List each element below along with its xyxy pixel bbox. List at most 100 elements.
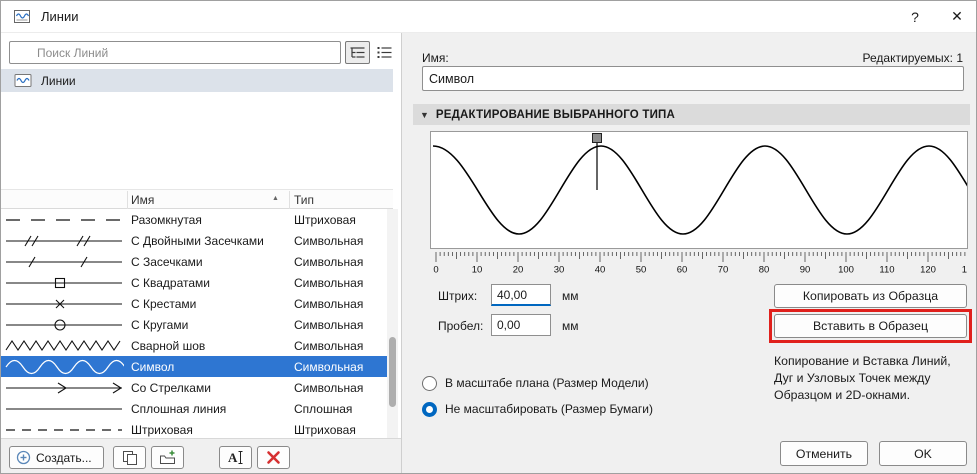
dash-length-input[interactable] xyxy=(491,284,551,306)
line-type-row[interactable]: Со Стрелками Символьная xyxy=(1,377,387,398)
line-type-row[interactable]: Сплошная линия Сплошная xyxy=(1,398,387,419)
tree-view-toggle[interactable] xyxy=(345,41,370,64)
line-name-cell: Разомкнутая xyxy=(131,212,202,227)
line-name-cell: Сплошная линия xyxy=(131,401,227,416)
type-column-header[interactable]: Тип xyxy=(294,193,314,207)
dialog-title: Линии xyxy=(41,9,79,24)
line-type-row[interactable]: С Засечками Символьная xyxy=(1,251,387,272)
line-style-preview xyxy=(1,400,127,418)
svg-text:110: 110 xyxy=(879,265,894,275)
gap-length-input[interactable] xyxy=(491,314,551,336)
svg-text:A: A xyxy=(228,450,238,465)
svg-text:20: 20 xyxy=(513,265,524,275)
duplicate-button[interactable] xyxy=(113,446,146,469)
line-style-preview xyxy=(1,379,127,397)
dash-label: Штрих: xyxy=(438,289,478,303)
duplicate-icon xyxy=(120,449,139,466)
line-name-cell: С Засечками xyxy=(131,254,203,269)
list-view-icon xyxy=(376,45,393,60)
list-scrollbar[interactable] xyxy=(387,209,398,438)
line-name-cell: Со Стрелками xyxy=(131,380,211,395)
line-style-preview xyxy=(1,232,127,250)
svg-text:10: 10 xyxy=(472,265,483,275)
line-name-cell: С Крестами xyxy=(131,296,197,311)
line-type-row[interactable]: С Кругами Символьная xyxy=(1,314,387,335)
line-type-row[interactable]: С Крестами Символьная xyxy=(1,293,387,314)
line-type-cell: Штриховая xyxy=(294,212,356,227)
line-name-cell: С Квадратами xyxy=(131,275,210,290)
dash-unit-label: мм xyxy=(562,289,579,303)
line-name-cell: Символ xyxy=(131,359,175,374)
svg-text:50: 50 xyxy=(636,265,647,275)
svg-text:0: 0 xyxy=(433,265,438,275)
list-toolbar: Создать... A xyxy=(1,438,401,473)
line-style-preview xyxy=(1,274,127,292)
sort-ascending-icon: ▲ xyxy=(272,195,279,202)
editable-count: Редактируемых: 1 xyxy=(862,51,963,65)
new-folder-button[interactable] xyxy=(151,446,184,469)
close-button[interactable]: ✕ xyxy=(936,1,976,33)
line-type-cell: Штриховая xyxy=(294,422,356,437)
line-style-preview xyxy=(1,211,127,229)
radio-label: В масштабе плана (Размер Модели) xyxy=(445,376,649,390)
line-name-input[interactable] xyxy=(422,66,964,91)
search-input[interactable] xyxy=(9,41,341,64)
section-title: РЕДАКТИРОВАНИЕ ВЫБРАННОГО ТИПА xyxy=(435,108,676,121)
new-folder-icon xyxy=(158,449,177,466)
line-type-cell: Символьная xyxy=(294,338,364,353)
name-column-header[interactable]: Имя xyxy=(131,193,154,207)
rename-button[interactable]: A xyxy=(219,446,252,469)
hint-text: Копирование и Вставка Линий, Дуг и Узлов… xyxy=(774,354,951,402)
delete-icon xyxy=(264,449,283,466)
line-type-row[interactable]: Разомкнутая Штриховая xyxy=(1,209,387,230)
line-type-row[interactable]: С Двойными Засечками Символьная xyxy=(1,230,387,251)
dialog-icon xyxy=(13,8,31,25)
line-style-preview xyxy=(1,295,127,313)
cancel-button[interactable]: Отменить xyxy=(780,441,868,466)
list-view-toggle[interactable] xyxy=(372,41,397,64)
radio-circle-icon xyxy=(422,401,437,417)
line-type-row[interactable]: Сварной шов Символьная xyxy=(1,335,387,356)
line-type-list: Разомкнутая Штриховая С Двойными Засечками… xyxy=(1,209,387,438)
dash-length-handle[interactable] xyxy=(592,133,602,191)
paste-to-sample-button[interactable]: Вставить в Образец xyxy=(774,314,967,338)
column-divider xyxy=(127,191,128,209)
line-type-row[interactable]: Символ Символьная xyxy=(1,356,387,377)
scrollbar-thumb[interactable] xyxy=(389,337,396,407)
line-type-cell: Символьная xyxy=(294,317,364,332)
line-edit-preview[interactable] xyxy=(430,131,976,249)
line-type-cell: Символьная xyxy=(294,254,364,269)
tree-view-icon xyxy=(349,45,366,60)
svg-text:60: 60 xyxy=(677,265,688,275)
line-type-cell: Символьная xyxy=(294,275,364,290)
radio-label: Не масштабировать (Размер Бумаги) xyxy=(445,402,653,416)
scale-radio-group: В масштабе плана (Размер Модели) Не масшт… xyxy=(422,370,653,422)
svg-text:120: 120 xyxy=(920,265,936,275)
create-button-label: Создать... xyxy=(36,450,92,465)
line-type-cell: Символьная xyxy=(294,233,364,248)
radio-paper-scale[interactable]: Не масштабировать (Размер Бумаги) xyxy=(422,396,653,422)
line-type-row[interactable]: Штриховая Штриховая xyxy=(1,419,387,438)
line-style-preview xyxy=(1,358,127,376)
line-style-preview xyxy=(1,337,127,355)
line-name-cell: Штриховая xyxy=(131,422,193,437)
line-name-cell: Сварной шов xyxy=(131,338,206,353)
line-style-preview xyxy=(1,421,127,439)
radio-model-scale[interactable]: В масштабе плана (Размер Модели) xyxy=(422,370,653,396)
copy-from-sample-button[interactable]: Копировать из Образца xyxy=(774,284,967,308)
tree-item-lines[interactable]: Линии xyxy=(1,69,393,92)
line-type-cell: Символьная xyxy=(294,380,364,395)
ok-button[interactable]: OK xyxy=(879,441,967,466)
section-header-edit-selected-type[interactable]: ▼ РЕДАКТИРОВАНИЕ ВЫБРАННОГО ТИПА xyxy=(413,104,970,125)
lines-dialog: Линии ? ✕ Линии Имя ▲ Тип Р xyxy=(0,0,977,474)
line-type-row[interactable]: С Квадратами Символьная xyxy=(1,272,387,293)
create-button[interactable]: Создать... xyxy=(9,446,104,469)
line-name-cell: С Кругами xyxy=(131,317,189,332)
ruler: 0 10 20 30 40 50 60 70 80 90 100 110 120 1 xyxy=(433,252,967,275)
help-button[interactable]: ? xyxy=(894,1,936,33)
gap-unit-label: мм xyxy=(562,319,579,333)
plus-circle-icon xyxy=(16,450,31,465)
line-type-cell: Сплошная xyxy=(294,401,353,416)
delete-button[interactable] xyxy=(257,446,290,469)
svg-text:80: 80 xyxy=(759,265,770,275)
